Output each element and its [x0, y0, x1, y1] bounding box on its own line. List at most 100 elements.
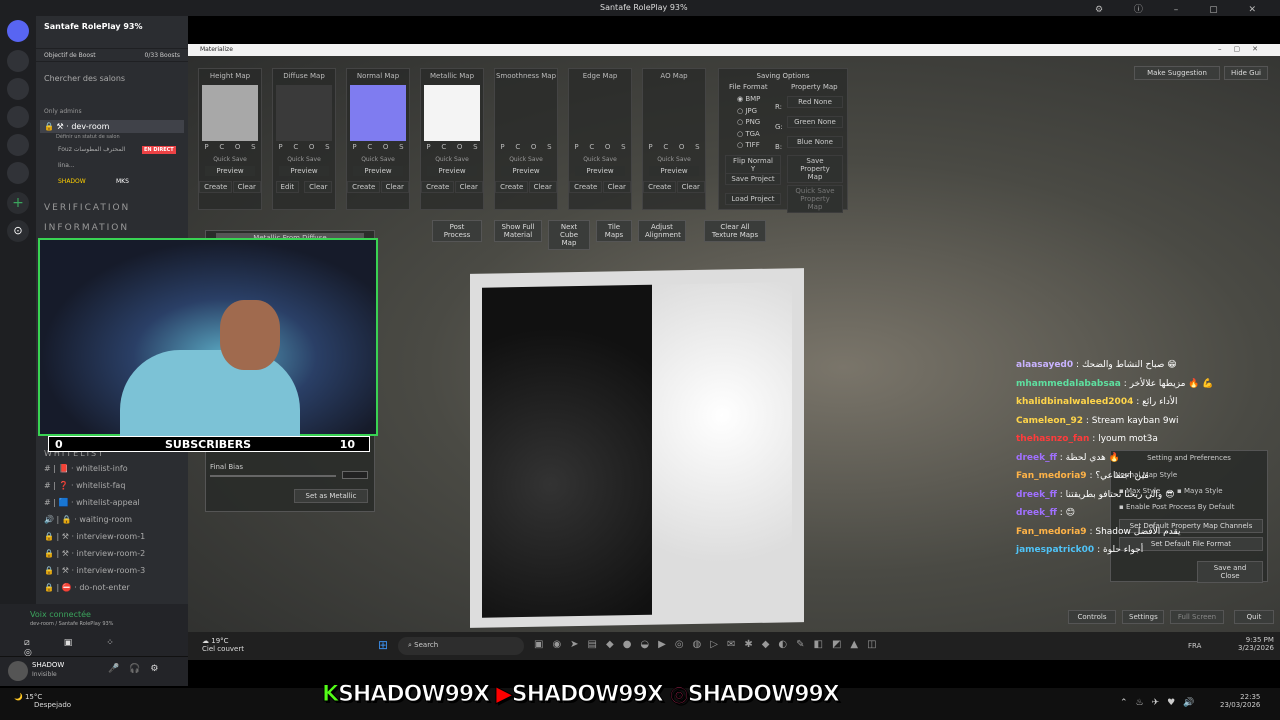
chat-user[interactable]: alaasayed0 — [1016, 360, 1073, 370]
chat-user[interactable]: jamespatrick00 — [1016, 545, 1094, 555]
controls-button[interactable]: Controls — [1068, 610, 1116, 624]
channel-toggle[interactable]: S — [251, 143, 255, 151]
make-suggestion-button[interactable]: Make Suggestion — [1134, 66, 1220, 80]
tray-icons[interactable]: ⌃♨✈♥🔊 — [1120, 698, 1202, 708]
toolbar-button[interactable]: Tile Maps — [596, 220, 632, 242]
channel-toggle[interactable]: O — [457, 143, 463, 151]
channel-toggle[interactable]: P — [574, 143, 578, 151]
load-project-button[interactable]: Load Project — [725, 193, 781, 205]
quit-button[interactable]: Quit — [1234, 610, 1274, 624]
server-icon[interactable] — [7, 106, 29, 128]
save-property-map-button[interactable]: Save Property Map — [787, 155, 843, 183]
server-icon[interactable] — [7, 50, 29, 72]
channel-do-not-enter[interactable]: 🔒 | ⛔ · do-not-enter — [44, 583, 130, 592]
channel-toggle[interactable]: C — [589, 143, 594, 151]
create-button[interactable]: Create — [199, 181, 233, 193]
clear-button[interactable]: Clear — [528, 181, 557, 193]
final-bias-slider[interactable] — [210, 475, 336, 477]
quick-save-button[interactable]: Quick Save — [347, 156, 409, 163]
channel-toggle[interactable]: P — [426, 143, 430, 151]
channel-toggles[interactable]: PCOS — [569, 143, 631, 151]
channel-toggle[interactable]: P — [648, 143, 652, 151]
quick-save-button[interactable]: Quick Save — [273, 156, 335, 163]
discord-home-icon[interactable] — [7, 20, 29, 42]
channel-toggle[interactable]: O — [605, 143, 611, 151]
channel-toggle[interactable]: S — [473, 143, 477, 151]
channel-toggles[interactable]: PCOS — [495, 143, 557, 151]
inner-weather[interactable]: ☁ 19°C Ciel couvert — [202, 637, 244, 653]
final-bias-input[interactable] — [342, 471, 368, 479]
channel-toggle[interactable]: P — [204, 143, 208, 151]
clear-button[interactable]: Clear — [454, 181, 483, 193]
green-channel-button[interactable]: Green None — [787, 116, 843, 128]
channel-toggle[interactable]: C — [441, 143, 446, 151]
avatar[interactable] — [8, 661, 28, 681]
voice-channel-label[interactable]: dev-room / Santafe RolePlay 93% — [30, 621, 113, 627]
channel-toggles[interactable]: PCOS — [643, 143, 705, 151]
quick-save-property-button[interactable]: Quick Save Property Map — [787, 185, 843, 213]
inner-search-box[interactable]: ⌕ Search — [398, 637, 524, 655]
chat-user[interactable]: Cameleon_92 — [1016, 416, 1083, 426]
channel-interview-room-3[interactable]: 🔒 | ⚒ · interview-room-3 — [44, 566, 145, 575]
create-button[interactable]: Create — [421, 181, 455, 193]
preview-button[interactable]: Preview — [427, 166, 477, 176]
voice-user[interactable]: Fouz المحترف المطوسات — [58, 146, 125, 153]
toolbar-button[interactable]: Post Process — [432, 220, 482, 242]
clear-button[interactable]: Clear — [602, 181, 631, 193]
quick-save-button[interactable]: Quick Save — [643, 156, 705, 163]
create-button[interactable]: Edit — [275, 181, 300, 193]
quick-save-button[interactable]: Quick Save — [495, 156, 557, 163]
server-name[interactable]: Santafe RolePlay 93% — [44, 22, 143, 31]
window-controls[interactable]: –▢✕ — [1218, 45, 1270, 53]
quick-save-button[interactable]: Quick Save — [199, 156, 261, 163]
clock[interactable]: 22:35 23/03/2026 — [1220, 693, 1260, 709]
clear-button[interactable]: Clear — [676, 181, 705, 193]
channel-toggle[interactable]: P — [278, 143, 282, 151]
channel-toggle[interactable]: P — [500, 143, 504, 151]
channel-toggle[interactable]: O — [309, 143, 315, 151]
channel-toggles[interactable]: PCOS — [199, 143, 261, 151]
channel-toggle[interactable]: C — [515, 143, 520, 151]
voice-controls[interactable]: ⧄▣⁘◎ — [24, 638, 188, 658]
chat-user[interactable]: Fan_medoria9 — [1016, 471, 1087, 481]
taskbar-app-icons[interactable]: ▣◉➤▤◆●◒▶◎◍▷✉✱◆◐✎◧◩▲◫ — [534, 639, 886, 650]
channel-toggle[interactable]: C — [367, 143, 372, 151]
format-bmp[interactable]: ◉ BMP — [737, 94, 760, 106]
channel-toggle[interactable]: C — [663, 143, 668, 151]
hide-gui-button[interactable]: Hide Gui — [1224, 66, 1268, 80]
toolbar-button[interactable]: Next Cube Map — [548, 220, 590, 250]
clear-button[interactable]: Clear — [380, 181, 409, 193]
channel-interview-room-2[interactable]: 🔒 | ⚒ · interview-room-2 — [44, 549, 145, 558]
server-icon[interactable] — [7, 78, 29, 100]
chat-user[interactable]: mhammedalababsaa — [1016, 379, 1121, 389]
chat-user[interactable]: Fan_medoria9 — [1016, 527, 1087, 537]
channel-toggle[interactable]: O — [679, 143, 685, 151]
toolbar-button[interactable]: Clear All Texture Maps — [704, 220, 766, 242]
window-controls[interactable]: ⚙ ⓘ – ▢ ✕ — [1095, 2, 1270, 15]
preview-button[interactable]: Preview — [353, 166, 403, 176]
channel-waiting-room[interactable]: 🔊 | 🔒 · waiting-room — [44, 515, 132, 524]
create-button[interactable]: Create — [347, 181, 381, 193]
server-icon[interactable] — [7, 134, 29, 156]
channel-dev-room[interactable]: 🔒 ⚒ · dev-room — [40, 120, 184, 133]
channel-toggle[interactable]: C — [293, 143, 298, 151]
channel-whitelist-info[interactable]: # | 📕 · whitelist-info — [44, 464, 128, 473]
inner-lang[interactable]: FRA — [1188, 642, 1201, 650]
preview-button[interactable]: Preview — [501, 166, 551, 176]
voice-user[interactable]: Iina... — [58, 162, 75, 169]
category-information[interactable]: INFORMATION — [44, 223, 129, 233]
format-tga[interactable]: ○ TGA — [737, 129, 760, 141]
red-channel-button[interactable]: Red None — [787, 96, 843, 108]
channel-toggle[interactable]: P — [352, 143, 356, 151]
channel-toggle[interactable]: S — [547, 143, 551, 151]
toolbar-button[interactable]: Adjust Alignment — [638, 220, 686, 242]
settings-button[interactable]: Settings — [1122, 610, 1164, 624]
create-button[interactable]: Create — [643, 181, 677, 193]
explore-icon[interactable]: ⊙ — [7, 220, 29, 242]
weather-widget[interactable]: 🌙 15°C Despejado — [14, 693, 71, 709]
server-icon[interactable] — [7, 162, 29, 184]
format-tiff[interactable]: ○ TIFF — [737, 140, 760, 152]
search-channels[interactable]: Chercher des salons — [44, 74, 125, 83]
inner-clock[interactable]: 9:35 PM 3/23/2026 — [1238, 636, 1274, 652]
save-close-button[interactable]: Save and Close — [1197, 561, 1263, 583]
